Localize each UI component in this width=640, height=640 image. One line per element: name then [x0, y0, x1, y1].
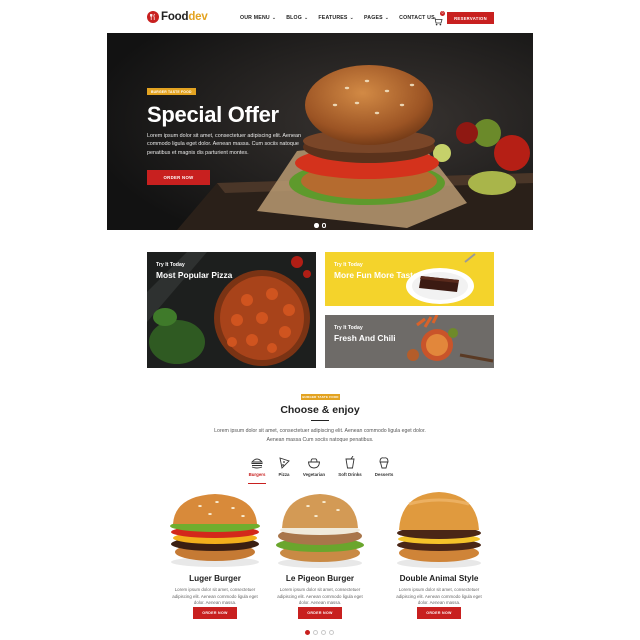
pager-dot[interactable]	[305, 630, 310, 635]
cupcake-icon	[379, 457, 389, 469]
logo-text: Fooddev	[161, 11, 208, 23]
product-description: Lorem ipsum dolor sit amet, consectetuer…	[277, 587, 363, 606]
tab-label: Soft Drinks	[338, 472, 362, 477]
drink-icon	[345, 456, 355, 469]
product-card: Double Animal Style Lorem ipsum dolor si…	[379, 490, 499, 625]
category-tabs: Burgers Pizza Vegetarian Soft Drinks Des…	[240, 456, 400, 486]
nav-our-menu[interactable]: OUR MENU ⌄	[240, 15, 276, 21]
fork-knife-icon	[147, 11, 159, 23]
promo-kicker: Try It Today	[334, 262, 363, 268]
hero-description: Lorem ipsum dolor sit amet, consectetuer…	[147, 133, 302, 156]
product-card: Le Pigeon Burger Lorem ipsum dolor sit a…	[260, 490, 380, 625]
promo-card-chili[interactable]: Try It Today Fresh And Chili	[325, 315, 494, 368]
tab-label: Vegetarian	[302, 472, 326, 477]
order-now-button[interactable]: ORDER NOW	[417, 607, 461, 619]
product-pager-dots	[305, 630, 334, 635]
cart-icon[interactable]: 0	[433, 11, 445, 26]
nav-contact-us[interactable]: CONTACT US	[399, 15, 435, 21]
pager-dot[interactable]	[313, 630, 318, 635]
order-now-button[interactable]: ORDER NOW	[193, 607, 237, 619]
order-now-button[interactable]: ORDER NOW	[298, 607, 342, 619]
chevron-down-icon: ⌄	[349, 15, 354, 21]
nav-blog[interactable]: BLOG ⌄	[286, 15, 308, 21]
promo-title: Most Popular Pizza	[156, 270, 233, 280]
product-name: Le Pigeon Burger	[285, 574, 355, 583]
section-divider	[311, 420, 329, 422]
tab-label: Desserts	[374, 472, 394, 477]
slider-dot[interactable]	[321, 223, 326, 228]
logo[interactable]: Fooddev	[147, 11, 208, 23]
site-header: Fooddev OUR MENU ⌄ BLOG ⌄ FEATURES ⌄ PAGES ⌄…	[0, 0, 640, 34]
tab-vegetarian[interactable]: Vegetarian	[297, 456, 331, 486]
promo-title: Fresh And Chili	[334, 333, 396, 343]
product-description: Lorem ipsum dolor sit amet, consectetuer…	[172, 587, 258, 606]
tab-label: Pizza	[278, 472, 290, 477]
main-nav: OUR MENU ⌄ BLOG ⌄ FEATURES ⌄ PAGES ⌄ CONTACT…	[240, 15, 435, 21]
nav-pages[interactable]: PAGES ⌄	[364, 15, 389, 21]
tab-soft-drinks[interactable]: Soft Drinks	[333, 456, 367, 486]
section-tag: BURGER TASTE FOOD	[301, 394, 340, 400]
promo-card-dessert[interactable]: Try It Today More Fun More Taste	[325, 252, 494, 306]
burger-image	[170, 494, 260, 567]
pizza-icon	[279, 457, 290, 469]
promo-title: More Fun More Taste	[334, 270, 418, 280]
hero-slider-dots	[314, 223, 326, 228]
chevron-down-icon: ⌄	[384, 15, 390, 21]
chevron-down-icon: ⌄	[304, 15, 309, 21]
reservation-button[interactable]: RESERVATION	[447, 12, 494, 24]
hero-order-button[interactable]: ORDER NOW	[147, 170, 210, 185]
salad-bowl-icon	[308, 458, 320, 469]
tab-desserts[interactable]: Desserts	[367, 456, 401, 486]
hero-tag: BURGER TASTE FOOD	[147, 88, 196, 95]
burger-image	[276, 494, 364, 568]
slider-dot[interactable]	[314, 223, 319, 228]
active-tab-indicator	[248, 483, 266, 485]
hero-title: Special Offer	[147, 102, 279, 127]
pager-dot[interactable]	[321, 630, 326, 635]
burger-image	[397, 492, 481, 568]
chevron-down-icon: ⌄	[271, 15, 277, 21]
tab-pizza[interactable]: Pizza	[267, 456, 301, 486]
burger-icon	[251, 458, 263, 469]
cart-count-badge: 0	[440, 11, 445, 16]
hero-banner: BURGER TASTE FOOD Special Offer Lorem ip…	[107, 33, 533, 230]
section-title: Choose & enjoy	[280, 404, 360, 416]
section-description: Lorem ipsum dolor sit amet, consectetuer…	[214, 428, 426, 443]
product-card: Luger Burger Lorem ipsum dolor sit amet,…	[155, 490, 275, 625]
product-name: Luger Burger	[189, 574, 241, 583]
promo-kicker: Try It Today	[334, 325, 363, 331]
nav-features[interactable]: FEATURES ⌄	[318, 15, 354, 21]
promo-card-pizza[interactable]: Try It Today Most Popular Pizza	[147, 252, 316, 368]
pager-dot[interactable]	[329, 630, 334, 635]
promo-kicker: Try It Today	[156, 262, 185, 268]
product-description: Lorem ipsum dolor sit amet, consectetuer…	[396, 587, 482, 606]
product-name: Double Animal Style	[399, 574, 479, 583]
